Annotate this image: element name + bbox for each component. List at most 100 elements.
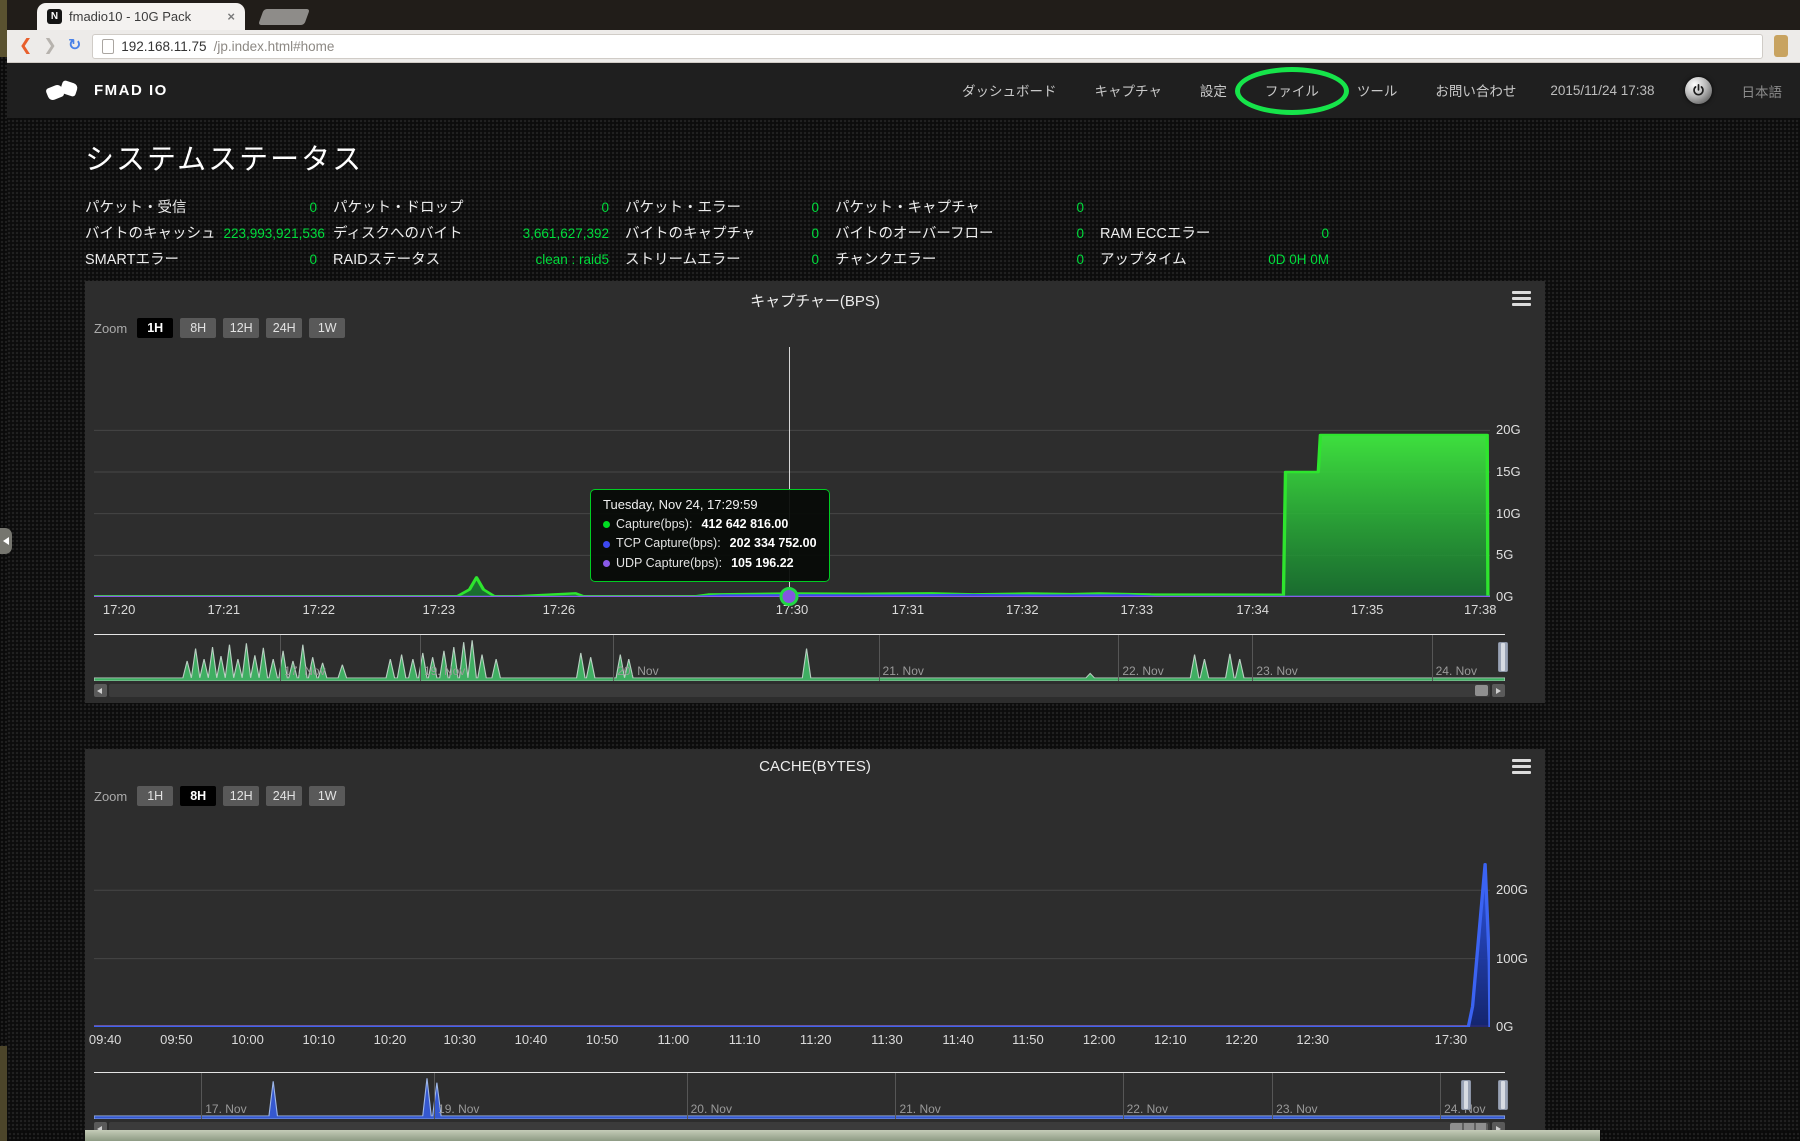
hover-point-marker xyxy=(780,587,799,606)
cache-chart-title: CACHE(BYTES) xyxy=(85,749,1545,775)
forward-button[interactable]: ❯ xyxy=(43,38,56,54)
zoom-button-24h[interactable]: 24H xyxy=(266,318,302,338)
x-tick-10:40: 10:40 xyxy=(515,1032,548,1047)
x-tick-17:21: 17:21 xyxy=(208,602,241,617)
navigator-date-17Nov: 17. Nov xyxy=(201,1102,246,1116)
nav-menu: ダッシュボードキャプチャ設定 ファイル ツールお問い合わせ 2015/11/24 17… xyxy=(958,72,1786,109)
capture-chart-plot-area[interactable]: 0G5G10G15G20G Tuesday, Nov 24, 17:29:59C… xyxy=(94,347,1490,597)
url-bar[interactable]: 192.168.11.75/jp.index.html#home xyxy=(92,34,1763,59)
navigator-handle[interactable] xyxy=(1498,642,1508,672)
zoom-button-1h[interactable]: 1H xyxy=(137,786,173,806)
status-label: ディスクへのバイト xyxy=(333,222,462,243)
desktop-edge-bottom xyxy=(0,1046,7,1141)
x-tick-17:30: 17:30 xyxy=(1435,1032,1468,1047)
url-host: 192.168.11.75 xyxy=(121,39,206,54)
x-tick-09:40: 09:40 xyxy=(89,1032,122,1047)
nav-item-label: ファイル xyxy=(1265,84,1319,99)
hamburger-icon xyxy=(1512,291,1531,294)
cache-chart-plot-area[interactable]: 0G100G200G xyxy=(94,815,1490,1027)
status-label: ストリームエラー xyxy=(625,248,741,269)
power-button[interactable] xyxy=(1685,77,1712,104)
new-tab-button[interactable] xyxy=(258,9,310,25)
browser-tab-strip: N fmadio10 - 10G Pack × xyxy=(7,0,1800,30)
nav-item-tools[interactable]: ツール xyxy=(1353,72,1402,109)
x-tick-17:26: 17:26 xyxy=(543,602,576,617)
reload-button[interactable]: ↻ xyxy=(68,38,81,54)
chart-menu-button[interactable] xyxy=(1512,759,1531,777)
nav-item-settings[interactable]: 設定 xyxy=(1196,72,1231,109)
y-tick-0G: 0G xyxy=(1496,589,1513,604)
toolbar-extension-icon[interactable] xyxy=(1774,35,1788,57)
nav-item-capture[interactable]: キャプチャ xyxy=(1091,72,1166,109)
x-tick-09:50: 09:50 xyxy=(160,1032,193,1047)
navbar-timestamp: 2015/11/24 17:38 xyxy=(1550,83,1654,98)
status-value: clean : raid5 xyxy=(535,252,609,267)
browser-tab[interactable]: N fmadio10 - 10G Pack × xyxy=(37,3,245,30)
scrollbar-thumb[interactable] xyxy=(1475,685,1488,696)
scrollbar-track[interactable] xyxy=(109,684,1490,697)
web-page: FMAD IO ダッシュボードキャプチャ設定 ファイル ツールお問い合わせ 2015/… xyxy=(7,63,1800,1131)
zoom-controls: Zoom1H8H12H24H1W xyxy=(85,313,1545,345)
chart-scrollbar xyxy=(94,684,1505,697)
x-tick-11:40: 11:40 xyxy=(942,1032,974,1047)
back-button[interactable]: ❮ xyxy=(19,38,32,54)
panel-header: CACHE(BYTES) xyxy=(85,749,1545,781)
navigator-handle[interactable] xyxy=(1461,1080,1471,1110)
tooltip-label: Capture(bps): xyxy=(616,515,692,534)
screen-edge-collapse-tab[interactable] xyxy=(0,528,12,554)
brand-name: FMAD IO xyxy=(94,82,168,99)
status-label: RAM ECCエラー xyxy=(1100,222,1210,243)
scrollbar-right-button[interactable] xyxy=(1492,684,1505,697)
x-tick-17:35: 17:35 xyxy=(1351,602,1384,617)
zoom-button-8h[interactable]: 8H xyxy=(180,318,216,338)
page-content: システムステータス パケット・受信0パケット・ドロップ0パケット・エラー0パケッ… xyxy=(7,118,1800,1131)
x-tick-10:30: 10:30 xyxy=(443,1032,476,1047)
chart-menu-button[interactable] xyxy=(1512,291,1531,309)
tab-close-icon[interactable]: × xyxy=(227,9,235,24)
navigator-date-20Nov: 20. Nov xyxy=(687,1102,732,1116)
status-label: SMARTエラー xyxy=(85,248,179,269)
zoom-button-12h[interactable]: 12H xyxy=(223,786,259,806)
cache-chart-svg[interactable] xyxy=(94,815,1490,1027)
scrollbar-left-button[interactable] xyxy=(94,684,107,697)
navigator-date-24Nov: 24. Nov xyxy=(1432,664,1477,678)
navigator-date-22Nov: 22. Nov xyxy=(1118,664,1163,678)
status-cell-r0c2: パケット・エラー0 xyxy=(625,196,835,217)
zoom-controls: Zoom1H8H12H24H1W xyxy=(85,781,1545,813)
status-cell-r2c0: SMARTエラー0 xyxy=(85,248,333,269)
status-cell-r1c1: ディスクへのバイト3,661,627,392 xyxy=(333,222,625,243)
browser-toolbar: ❮ ❯ ↻ 192.168.11.75/jp.index.html#home xyxy=(7,30,1800,63)
language-toggle[interactable]: 日本語 xyxy=(1742,81,1783,101)
status-cell-r0c0: パケット・受信0 xyxy=(85,196,333,217)
nav-item-contact[interactable]: お問い合わせ xyxy=(1431,72,1520,109)
navigator-date-22Nov: 22. Nov xyxy=(1123,1102,1168,1116)
y-tick-20G: 20G xyxy=(1496,422,1521,437)
status-value: 0 xyxy=(811,252,819,267)
zoom-button-1w[interactable]: 1W xyxy=(309,318,345,338)
status-value: 223,993,921,536 xyxy=(224,226,325,241)
zoom-button-1h[interactable]: 1H xyxy=(137,318,173,338)
zoom-button-12h[interactable]: 12H xyxy=(223,318,259,338)
x-tick-11:50: 11:50 xyxy=(1012,1032,1044,1047)
navigator-handle[interactable] xyxy=(1498,1080,1508,1110)
status-label: アップタイム xyxy=(1100,248,1187,269)
chart-navigator[interactable]: 17. Nov19. Nov20. Nov21. Nov22. Nov23. N… xyxy=(94,1072,1505,1119)
brand[interactable]: FMAD IO xyxy=(47,79,168,103)
fmadio-logo-icon xyxy=(47,79,83,103)
tooltip-row: TCP Capture(bps):202 334 752.00 xyxy=(603,534,817,553)
status-label: チャンクエラー xyxy=(835,248,936,269)
nav-item-dashboard[interactable]: ダッシュボード xyxy=(958,72,1061,109)
zoom-button-1w[interactable]: 1W xyxy=(309,786,345,806)
x-tick-10:20: 10:20 xyxy=(374,1032,407,1047)
background-window-strip xyxy=(85,1130,1600,1141)
nav-item-files[interactable]: ファイル xyxy=(1261,72,1323,109)
navigator-date-23Nov: 23. Nov xyxy=(1272,1102,1317,1116)
x-tick-17:22: 17:22 xyxy=(302,602,335,617)
chart-navigator[interactable]: 17. Nov19. Nov20. Nov21. Nov22. Nov23. N… xyxy=(94,634,1505,681)
tooltip-row: UDP Capture(bps):105 196.22 xyxy=(603,554,817,573)
zoom-button-24h[interactable]: 24H xyxy=(266,786,302,806)
zoom-button-8h[interactable]: 8H xyxy=(180,786,216,806)
status-cell-r1c0: バイトのキャッシュ223,993,921,536 xyxy=(85,222,333,243)
status-cell-r2c4: アップタイム0D 0H 0M xyxy=(1100,248,1345,269)
navigator-date-19Nov: 19. Nov xyxy=(420,664,465,678)
